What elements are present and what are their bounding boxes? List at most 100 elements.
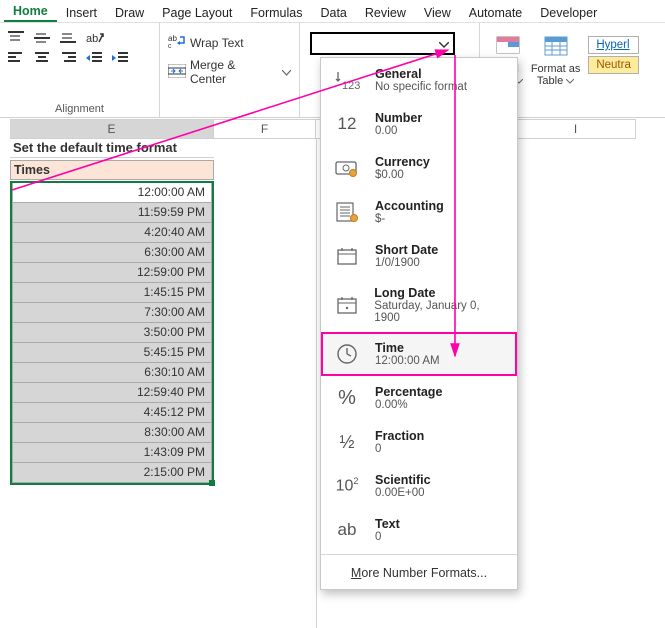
long-date-icon: [333, 291, 360, 319]
fill-handle[interactable]: [209, 480, 215, 486]
wrap-text-icon: abc: [168, 33, 186, 52]
dd-label: Time: [375, 341, 440, 355]
time-icon: [333, 340, 361, 368]
title-cell[interactable]: Set the default time format: [10, 138, 214, 158]
chevron-down-icon: [439, 37, 449, 51]
ribbon-tabs: Home Insert Draw Page Layout Formulas Da…: [0, 0, 665, 22]
tab-home[interactable]: Home: [4, 2, 57, 22]
text-icon: ab: [333, 516, 361, 544]
data-cell[interactable]: 4:45:12 PM: [12, 403, 212, 423]
data-cell[interactable]: 1:43:09 PM: [12, 443, 212, 463]
tab-formulas[interactable]: Formulas: [241, 4, 311, 22]
dd-sub: 0.00: [375, 125, 422, 137]
decrease-indent-icon[interactable]: [86, 51, 102, 68]
dd-sub: 1/0/1900: [375, 257, 438, 269]
col-header-e[interactable]: E: [10, 119, 214, 139]
chevron-down-icon: [282, 65, 291, 79]
dd-label: Number: [375, 111, 422, 125]
align-center-icon[interactable]: [34, 51, 50, 68]
increase-indent-icon[interactable]: [112, 51, 128, 68]
dd-sub: 12:00:00 AM: [375, 355, 440, 367]
dd-label: Scientific: [375, 473, 431, 487]
wrap-text-button[interactable]: abc Wrap Text: [168, 29, 291, 52]
tab-view[interactable]: View: [415, 4, 460, 22]
number-format-combo[interactable]: [310, 32, 455, 55]
orientation-icon[interactable]: ab: [86, 31, 106, 45]
merge-center-button[interactable]: Merge & Center: [168, 58, 291, 86]
svg-text:ab: ab: [86, 33, 98, 45]
dd-sub: Saturday, January 0, 1900: [374, 300, 505, 324]
dd-label: Percentage: [375, 385, 442, 399]
dd-fraction[interactable]: ½ Fraction0: [321, 420, 517, 464]
tab-data[interactable]: Data: [311, 4, 355, 22]
dd-label: Fraction: [375, 429, 424, 443]
alignment-group: ab Alignment: [0, 23, 160, 117]
dd-label: General: [375, 67, 467, 81]
tab-insert[interactable]: Insert: [57, 4, 106, 22]
align-bottom-icon[interactable]: [60, 31, 76, 45]
dd-label: Short Date: [375, 243, 438, 257]
dd-label: Text: [375, 517, 400, 531]
dd-text[interactable]: ab Text0: [321, 508, 517, 552]
dd-scientific[interactable]: 102 Scientific0.00E+00: [321, 464, 517, 508]
col-header-i[interactable]: I: [516, 119, 636, 139]
dd-number[interactable]: 12 Number0.00: [321, 102, 517, 146]
merge-center-icon: [168, 64, 186, 81]
merge-center-label: Merge & Center: [190, 58, 274, 86]
dd-general[interactable]: 123 GeneralNo specific format: [321, 58, 517, 102]
data-cell[interactable]: 8:30:00 AM: [12, 423, 212, 443]
align-left-icon[interactable]: [8, 51, 24, 68]
tab-review[interactable]: Review: [356, 4, 415, 22]
col-header-f[interactable]: F: [214, 119, 316, 139]
data-cell[interactable]: 5:45:15 PM: [12, 343, 212, 363]
tab-draw[interactable]: Draw: [106, 4, 153, 22]
data-selection[interactable]: 12:00:00 AM 11:59:59 PM 4:20:40 AM 6:30:…: [10, 181, 214, 485]
tab-automate[interactable]: Automate: [460, 4, 532, 22]
dd-sub: $0.00: [375, 169, 430, 181]
data-cell[interactable]: 3:50:00 PM: [12, 323, 212, 343]
data-cell[interactable]: 2:15:00 PM: [12, 463, 212, 483]
dd-time[interactable]: Time12:00:00 AM: [321, 332, 517, 376]
svg-text:ab: ab: [168, 34, 177, 43]
accounting-icon: [333, 198, 361, 226]
number-format-dropdown: 123 GeneralNo specific format 12 Number0…: [320, 57, 518, 590]
dd-currency[interactable]: Currency$0.00: [321, 146, 517, 190]
tab-developer[interactable]: Developer: [531, 4, 606, 22]
data-cell[interactable]: 11:59:59 PM: [12, 203, 212, 223]
align-right-icon[interactable]: [60, 51, 76, 68]
data-cell[interactable]: 12:59:40 PM: [12, 383, 212, 403]
tab-page-layout[interactable]: Page Layout: [153, 4, 241, 22]
gridline: [316, 138, 317, 628]
cell-style-hyperlink[interactable]: Hyperl: [588, 36, 639, 54]
dd-long-date[interactable]: Long DateSaturday, January 0, 1900: [321, 278, 517, 332]
fraction-icon: ½: [333, 428, 361, 456]
align-middle-icon[interactable]: [34, 31, 50, 45]
format-table-label: Format as Table: [531, 63, 581, 87]
dd-sub: 0: [375, 443, 424, 455]
group-label: Alignment: [55, 103, 104, 115]
svg-text:c: c: [168, 43, 172, 49]
dd-short-date[interactable]: Short Date1/0/1900: [321, 234, 517, 278]
data-cell[interactable]: 6:30:10 AM: [12, 363, 212, 383]
number-icon: 12: [333, 110, 361, 138]
dd-label: Accounting: [375, 199, 444, 213]
table-icon: [543, 33, 569, 62]
data-cell[interactable]: 1:45:15 PM: [12, 283, 212, 303]
format-as-table-button[interactable]: Format as Table: [531, 33, 581, 87]
data-cell[interactable]: 12:59:00 PM: [12, 263, 212, 283]
data-cell[interactable]: 7:30:00 AM: [12, 303, 212, 323]
data-cell[interactable]: 6:30:00 AM: [12, 243, 212, 263]
align-top-icon[interactable]: [8, 31, 24, 45]
dd-percentage[interactable]: % Percentage0.00%: [321, 376, 517, 420]
dd-accounting[interactable]: Accounting$-: [321, 190, 517, 234]
data-cell[interactable]: 12:00:00 AM: [12, 183, 212, 203]
dd-sub: 0: [375, 531, 400, 543]
data-cell[interactable]: 4:20:40 AM: [12, 223, 212, 243]
dd-more-formats[interactable]: More Number Formats...: [321, 557, 517, 589]
header-cell[interactable]: Times: [10, 160, 214, 180]
cell-style-neutral[interactable]: Neutra: [588, 56, 639, 74]
svg-text:123: 123: [342, 80, 360, 91]
general-icon: 123: [333, 66, 361, 94]
dd-sub: 0.00%: [375, 399, 442, 411]
wrap-merge-group: abc Wrap Text Merge & Center: [160, 23, 300, 117]
